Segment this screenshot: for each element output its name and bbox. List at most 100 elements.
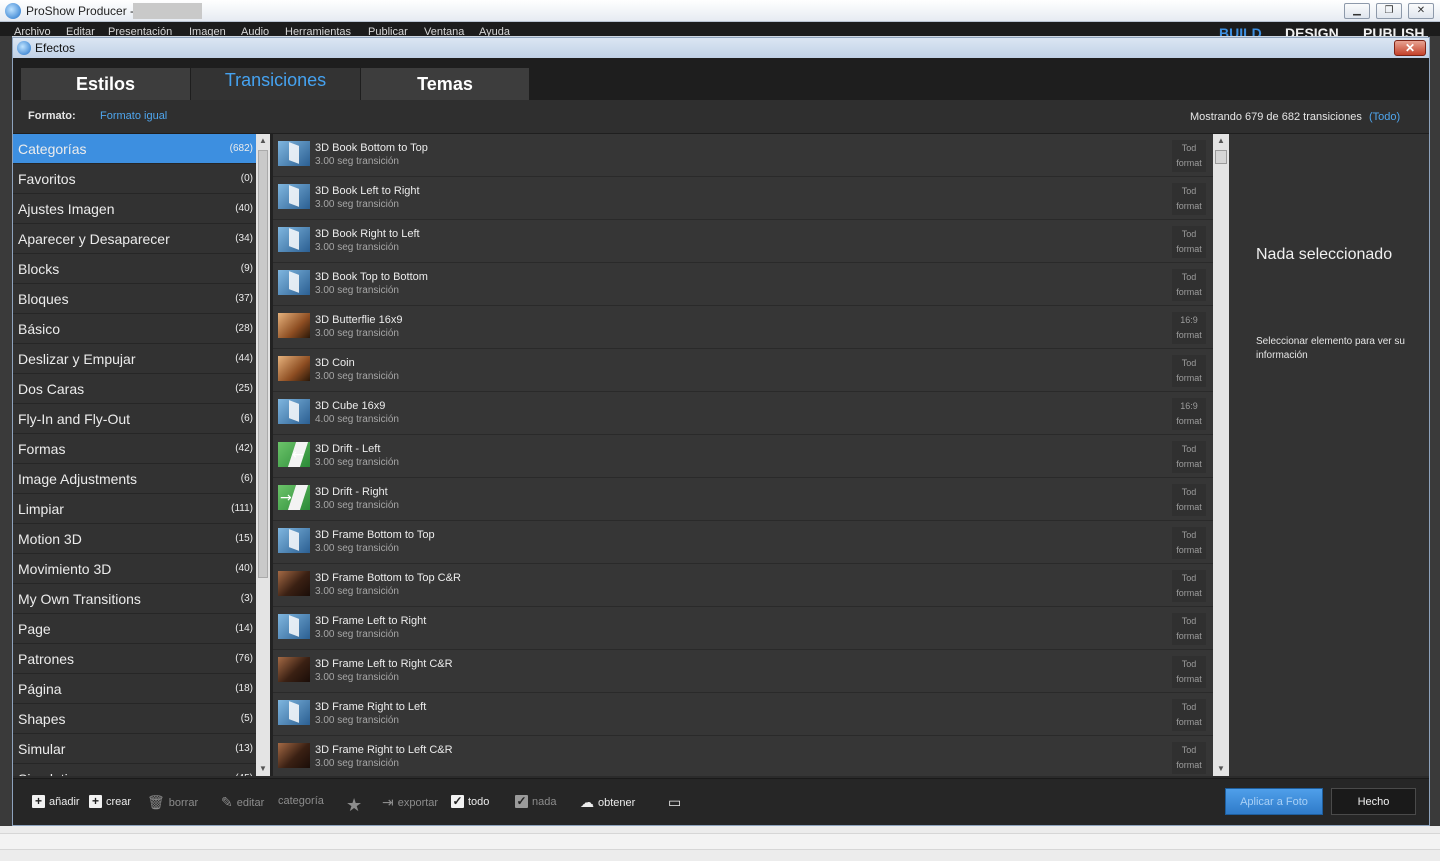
- category-item[interactable]: Dos Caras (25): [13, 374, 256, 404]
- menu-herramientas[interactable]: Herramientas: [285, 26, 351, 36]
- info-panel: Nada seleccionado Seleccionar elemento p…: [1229, 134, 1429, 776]
- menu-ventana[interactable]: Ventana: [424, 26, 464, 36]
- category-item[interactable]: Image Adjustments (6): [13, 464, 256, 494]
- category-item[interactable]: Simular (13): [13, 734, 256, 764]
- category-item[interactable]: Blocks (9): [13, 254, 256, 284]
- category-scrollbar[interactable]: ▲ ▼: [256, 134, 270, 776]
- tab-temas[interactable]: Temas: [361, 68, 529, 100]
- format-badge: Tod format: [1172, 527, 1206, 559]
- tab-estilos[interactable]: Estilos: [21, 68, 190, 100]
- transition-thumbnail: [278, 700, 310, 725]
- category-item[interactable]: Movimiento 3D (40): [13, 554, 256, 584]
- delete-label: borrar: [168, 797, 199, 809]
- category-name: Favoritos: [18, 171, 76, 187]
- transition-row[interactable]: 3D Book Left to Right 3.00 seg transición…: [273, 177, 1213, 220]
- transition-name: 3D Book Top to Bottom: [315, 271, 428, 283]
- delete-button[interactable]: 🗑 borrar: [147, 795, 198, 811]
- app-horizontal-scrollbar[interactable]: [0, 833, 1440, 850]
- mode-build[interactable]: BUILD: [1219, 25, 1262, 36]
- favorite-button[interactable]: ★: [346, 795, 362, 816]
- category-item[interactable]: Aparecer y Desaparecer (34): [13, 224, 256, 254]
- mode-design[interactable]: DESIGN: [1285, 25, 1339, 36]
- menu-presentacion[interactable]: Presentación: [108, 26, 172, 36]
- scroll-down-arrow-icon[interactable]: ▼: [1216, 764, 1226, 774]
- category-button[interactable]: categoría: [278, 795, 324, 807]
- show-all-link[interactable]: (Todo): [1369, 111, 1400, 123]
- scroll-up-arrow-icon[interactable]: ▲: [258, 136, 268, 146]
- menu-editar[interactable]: Editar: [66, 26, 95, 36]
- transition-row[interactable]: ← 3D Drift - Left 3.00 seg transición Tod fo…: [273, 435, 1213, 478]
- category-item[interactable]: Favoritos (0): [13, 164, 256, 194]
- dialog-close-button[interactable]: ✕: [1394, 40, 1426, 56]
- format-badge-ratio: Tod: [1181, 272, 1197, 282]
- format-badge-label: format: [1176, 201, 1202, 211]
- category-item[interactable]: Formas (42): [13, 434, 256, 464]
- transition-row[interactable]: 3D Book Bottom to Top 3.00 seg transición…: [273, 134, 1213, 177]
- edit-button[interactable]: ✎ editar: [221, 795, 264, 811]
- transition-row[interactable]: 3D Book Top to Bottom 3.00 seg transición…: [273, 263, 1213, 306]
- transition-row[interactable]: 3D Frame Left to Right 3.00 seg transició…: [273, 607, 1213, 650]
- category-count: (15): [235, 533, 253, 544]
- export-icon: ⇥: [382, 795, 394, 811]
- category-item[interactable]: Bloques (37): [13, 284, 256, 314]
- category-item[interactable]: Deslizar y Empujar (44): [13, 344, 256, 374]
- category-item[interactable]: Patrones (76): [13, 644, 256, 674]
- category-item[interactable]: Simulations (45): [13, 764, 256, 776]
- menu-archivo[interactable]: Archivo: [14, 26, 51, 36]
- transition-row[interactable]: 3D Frame Right to Left 3.00 seg transició…: [273, 693, 1213, 736]
- category-item[interactable]: Motion 3D (15): [13, 524, 256, 554]
- category-item[interactable]: Ajustes Imagen (40): [13, 194, 256, 224]
- menu-audio[interactable]: Audio: [241, 26, 269, 36]
- category-item[interactable]: Limpiar (111): [13, 494, 256, 524]
- category-item[interactable]: My Own Transitions (3): [13, 584, 256, 614]
- restore-button[interactable]: ❐: [1376, 3, 1402, 19]
- transition-row[interactable]: 3D Book Right to Left 3.00 seg transición…: [273, 220, 1213, 263]
- format-badge-ratio: Tod: [1181, 444, 1197, 454]
- minimize-button[interactable]: ▁: [1344, 3, 1370, 19]
- tab-transiciones[interactable]: Transiciones: [191, 68, 360, 100]
- transition-row[interactable]: 3D Frame Bottom to Top C&R 3.00 seg trans…: [273, 564, 1213, 607]
- apply-to-photo-button[interactable]: Aplicar a Foto: [1225, 788, 1323, 815]
- format-badge-ratio: Tod: [1181, 702, 1197, 712]
- transition-scroll-thumb[interactable]: [1215, 150, 1227, 164]
- menu-imagen[interactable]: Imagen: [189, 26, 226, 36]
- mode-publish[interactable]: PUBLISH: [1363, 25, 1424, 36]
- close-app-button[interactable]: ✕: [1408, 3, 1434, 19]
- create-button[interactable]: + crear: [89, 795, 131, 808]
- transition-row[interactable]: 3D Frame Right to Left C&R 3.00 seg trans…: [273, 736, 1213, 776]
- select-all-button[interactable]: ✓ todo: [451, 795, 489, 808]
- plus-icon: +: [32, 795, 45, 808]
- scroll-down-arrow-icon[interactable]: ▼: [258, 764, 268, 774]
- transition-row[interactable]: 3D Butterflie 16x9 3.00 seg transición 16:…: [273, 306, 1213, 349]
- get-more-button[interactable]: ☁ obtener: [580, 795, 635, 811]
- category-item[interactable]: Página (18): [13, 674, 256, 704]
- menu-ayuda[interactable]: Ayuda: [479, 26, 510, 36]
- transition-row[interactable]: → 3D Drift - Right 3.00 seg transición Tod f…: [273, 478, 1213, 521]
- transition-row[interactable]: 3D Coin 3.00 seg transición Tod format: [273, 349, 1213, 392]
- category-item[interactable]: Básico (28): [13, 314, 256, 344]
- transition-duration: 3.00 seg transición: [315, 457, 399, 468]
- transition-row[interactable]: 3D Frame Left to Right C&R 3.00 seg trans…: [273, 650, 1213, 693]
- format-badge-ratio: 16:9: [1180, 401, 1198, 411]
- select-none-button[interactable]: ✓ nada: [515, 795, 556, 808]
- transition-scrollbar[interactable]: ▲ ▼: [1213, 134, 1229, 776]
- category-item[interactable]: Categorías (682): [13, 134, 256, 164]
- transition-row[interactable]: 3D Frame Bottom to Top 3.00 seg transició…: [273, 521, 1213, 564]
- transition-row[interactable]: 3D Cube 16x9 4.00 seg transición 16:9 forma…: [273, 392, 1213, 435]
- format-filter-link[interactable]: Formato igual: [100, 110, 167, 122]
- category-count: (25): [235, 383, 253, 394]
- format-badge: Tod format: [1172, 699, 1206, 731]
- scroll-up-arrow-icon[interactable]: ▲: [1216, 136, 1226, 146]
- window-toggle-button[interactable]: ▭: [668, 795, 681, 811]
- category-item[interactable]: Fly-In and Fly-Out (6): [13, 404, 256, 434]
- category-item[interactable]: Page (14): [13, 614, 256, 644]
- done-button[interactable]: Hecho: [1331, 788, 1416, 815]
- export-button[interactable]: ⇥ exportar: [382, 795, 438, 811]
- category-count: (18): [235, 683, 253, 694]
- transition-name: 3D Cube 16x9: [315, 400, 386, 412]
- category-item[interactable]: Shapes (5): [13, 704, 256, 734]
- category-name: Aparecer y Desaparecer: [18, 231, 170, 247]
- category-scroll-thumb[interactable]: [258, 150, 268, 578]
- add-button[interactable]: + añadir: [32, 795, 80, 808]
- menu-publicar[interactable]: Publicar: [368, 26, 408, 36]
